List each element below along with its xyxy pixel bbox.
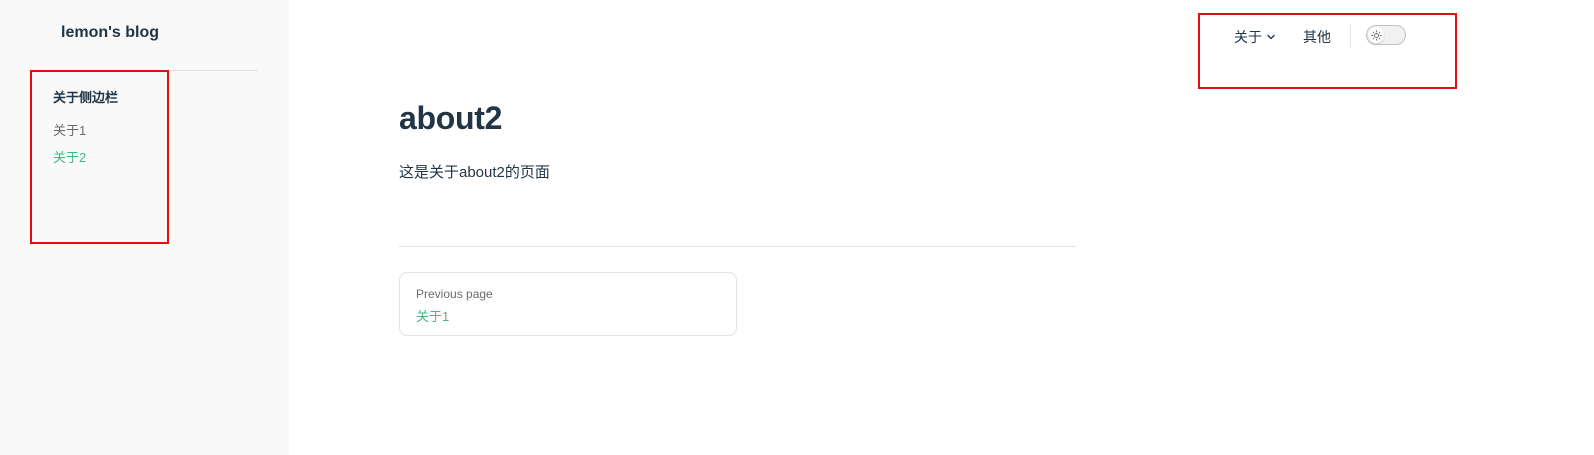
page-title: about2	[399, 100, 503, 136]
nav-item-about-label: 关于	[1234, 29, 1262, 45]
sidebar-item-about1[interactable]: 关于1	[53, 120, 86, 139]
nav-item-about[interactable]: 关于	[1234, 27, 1276, 47]
sidebar-item-about2[interactable]: 关于2	[53, 147, 86, 166]
nav-item-other-label: 其他	[1303, 29, 1331, 45]
page-paragraph: 这是关于about2的页面	[399, 164, 550, 181]
nav-separator	[1350, 24, 1351, 48]
toggle-knob	[1368, 27, 1384, 43]
chevron-down-icon	[1267, 34, 1275, 40]
nav-item-other[interactable]: 其他	[1303, 27, 1331, 47]
previous-page-desc: Previous page	[416, 287, 493, 301]
sidebar-group-title: 关于侧边栏	[53, 90, 119, 105]
site-title-link[interactable]: lemon's blog	[61, 24, 159, 42]
content-divider	[399, 246, 1076, 247]
sun-icon	[1370, 29, 1382, 41]
previous-page-title: 关于1	[416, 309, 450, 324]
highlight-box-nav	[1198, 13, 1457, 89]
previous-page-link[interactable]: Previous page 关于1	[399, 272, 737, 336]
appearance-toggle[interactable]	[1366, 25, 1406, 45]
